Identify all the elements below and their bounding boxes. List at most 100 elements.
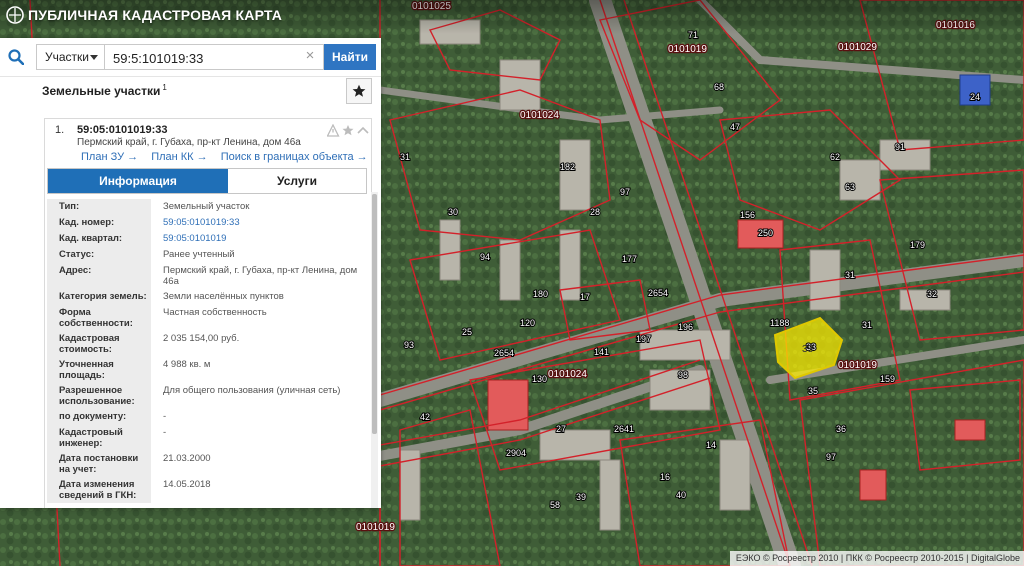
favorite-button[interactable] <box>346 78 372 104</box>
info-value: Для общего пользования (уличная сеть) <box>163 385 341 396</box>
parcel-label: 27 <box>556 424 566 434</box>
parcel-label: 250 <box>758 228 773 238</box>
parcel-label: 180 <box>533 289 548 299</box>
info-key: Адрес: <box>47 263 151 289</box>
parcel-label: 42 <box>420 412 430 422</box>
info-value: 2 035 154,00 руб. <box>163 333 240 344</box>
chevron-up-icon[interactable] <box>357 126 369 134</box>
info-row-address: Адрес: Пермский край, г. Губаха, пр-кт Ле… <box>47 263 367 290</box>
parcel-label: 39 <box>576 492 586 502</box>
parcel-label: 31 <box>862 320 872 330</box>
parcel-label: 36 <box>836 424 846 434</box>
info-key: Статус: <box>47 247 151 263</box>
chevron-down-icon <box>90 55 98 60</box>
scrollbar-thumb[interactable] <box>372 194 377 434</box>
parcel-label: 31 <box>400 152 410 162</box>
parcel-label: 24 <box>970 92 980 102</box>
search-button[interactable]: Найти <box>324 44 376 70</box>
info-value: Пермский край, г. Губаха, пр-кт Ленина, … <box>163 265 358 287</box>
info-value: Земли населённых пунктов <box>163 291 284 302</box>
parcel-label: 2654 <box>648 288 668 298</box>
card-actions <box>327 124 369 137</box>
info-key: Кадастровый инженер: <box>47 425 151 451</box>
tab-info[interactable]: Информация <box>48 169 228 193</box>
parcel-label: 94 <box>480 252 490 262</box>
info-row-registration-date: Дата постановки на учет: 21.03.2000 <box>47 451 367 478</box>
warning-icon[interactable] <box>327 124 340 137</box>
info-value-link[interactable]: 59:05:0101019 <box>155 231 365 244</box>
object-type-select[interactable]: Участки <box>37 45 105 69</box>
results-heading-text: Земельные участки <box>42 84 161 98</box>
parcel-label: 2904 <box>506 448 526 458</box>
map-attribution: ЕЭКО © Росреестр 2010 | ПКК © Росреестр … <box>729 551 1024 566</box>
result-card[interactable]: 1. 59:05:0101019:33 Пермский край, г. Гу… <box>44 118 372 508</box>
info-key: Разрешенное использование: <box>47 383 151 409</box>
result-tabs: Информация Услуги <box>47 168 367 194</box>
parcel-label: 14 <box>706 440 716 450</box>
quarter-label: 0101019 <box>356 522 395 533</box>
info-row-cadastral-value: Кадастровая стоимость: 2 035 154,00 руб. <box>47 331 367 358</box>
info-row-cad-quarter: Кад. квартал: 59:05:0101019 <box>47 231 367 248</box>
search-input[interactable] <box>107 45 305 71</box>
parcel-label: 2654 <box>494 348 514 358</box>
parcel-label: 58 <box>550 500 560 510</box>
info-row-by-document: по документу: - <box>47 409 367 426</box>
quarter-label: 0101019 <box>838 360 877 371</box>
parcel-label: 1188 <box>770 318 789 328</box>
parcel-label: 2641 <box>614 424 634 434</box>
results-scrollbar[interactable] <box>371 192 378 508</box>
info-value-link[interactable]: 59:05:0101019:33 <box>155 215 365 228</box>
info-key: Форма собственности: <box>47 305 151 331</box>
app-title: ПУБЛИЧНАЯ КАДАСТРОВАЯ КАРТА <box>28 7 283 23</box>
result-address: Пермский край, г. Губаха, пр-кт Ленина, … <box>77 137 301 148</box>
info-key: Категория земель: <box>47 289 151 305</box>
info-value: - <box>163 427 167 438</box>
search-icon[interactable] <box>8 49 24 65</box>
star-icon[interactable] <box>342 125 354 136</box>
parcel-label: 141 <box>594 347 609 357</box>
parcel-label: 93 <box>404 340 414 350</box>
info-row-status: Статус: Ранее учтенный <box>47 247 367 264</box>
results-heading: Земельные участки 1 <box>42 83 167 98</box>
results-scroll-area[interactable]: 1. 59:05:0101019:33 Пермский край, г. Гу… <box>0 112 381 508</box>
plan-kk-link[interactable]: План КК → <box>151 151 207 163</box>
parcel-label: 30 <box>448 207 458 217</box>
plan-zu-link[interactable]: План ЗУ → <box>81 151 138 163</box>
search-group: Участки × <box>36 44 324 71</box>
info-value: Частная собственность <box>163 307 267 318</box>
info-key: Уточненная площадь: <box>47 357 151 383</box>
info-key: Кадастровая стоимость: <box>47 331 151 357</box>
info-row-cad-number: Кад. номер: 59:05:0101019:33 <box>47 215 367 232</box>
parcel-label: 97 <box>826 452 836 462</box>
parcel-label: 196 <box>678 322 693 332</box>
clear-icon[interactable]: × <box>303 48 317 63</box>
info-key: Кад. квартал: <box>47 231 151 247</box>
parcel-label: 17 <box>580 292 590 302</box>
info-row-ownership: Форма собственности: Частная собственност… <box>47 305 367 332</box>
info-key: Дата изменения сведений в ГКН: <box>47 477 151 503</box>
parcel-label: 177 <box>622 254 637 264</box>
info-row-area: Уточненная площадь: 4 988 кв. м <box>47 357 367 384</box>
search-in-bounds-link[interactable]: Поиск в границах объекта → <box>221 151 368 163</box>
parcel-label: 91 <box>895 142 905 152</box>
object-type-label: Участки <box>45 50 89 64</box>
result-index: 1. <box>55 124 65 136</box>
parcel-label: 97 <box>620 187 630 197</box>
parcel-label: 25 <box>462 327 472 337</box>
tab-services[interactable]: Услуги <box>228 169 366 193</box>
info-key: Дата постановки на учет: <box>47 451 151 477</box>
info-key: Тип: <box>47 199 151 215</box>
parcel-label: 28 <box>590 207 600 217</box>
info-key: Кад. номер: <box>47 215 151 231</box>
quarter-label: 0101024 <box>520 110 559 121</box>
info-row-change-date: Дата изменения сведений в ГКН: 14.05.2018 <box>47 477 367 504</box>
parcel-label: 40 <box>676 490 686 500</box>
parcel-label: 159 <box>880 374 895 384</box>
parcel-label: 197 <box>636 334 651 344</box>
result-cadastral-number[interactable]: 59:05:0101019:33 <box>77 124 168 136</box>
parcel-label: 62 <box>830 152 840 162</box>
parcel-label: 179 <box>910 240 925 250</box>
info-row-type: Тип: Земельный участок <box>47 199 367 216</box>
parcel-label: 47 <box>730 122 740 132</box>
info-value: 14.05.2018 <box>163 479 211 490</box>
